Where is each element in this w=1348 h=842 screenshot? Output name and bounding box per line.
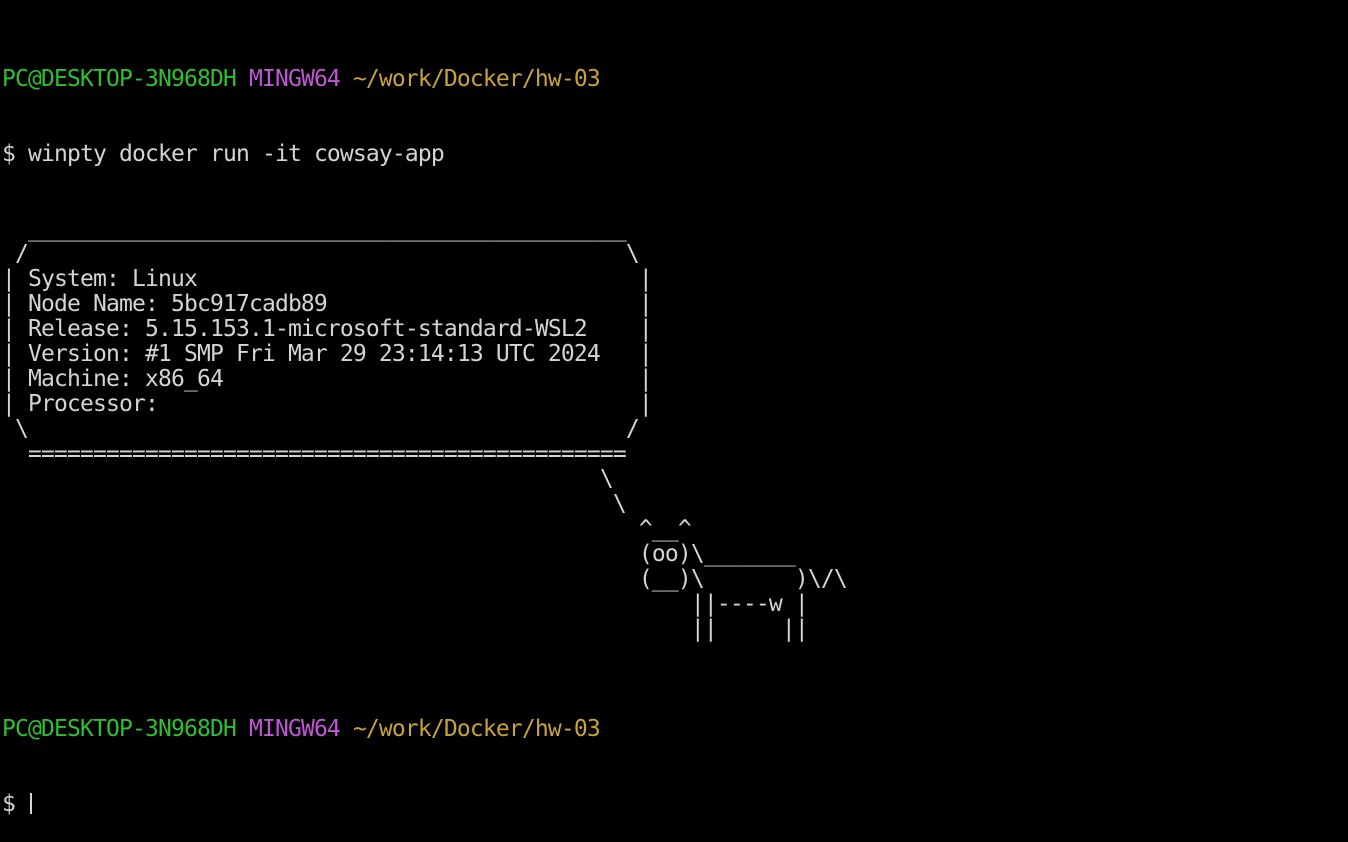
output-line: ________________________________________… [2, 216, 627, 242]
prompt-system: MINGW64 [248, 66, 341, 92]
output-line: ^__^ [2, 516, 692, 542]
input-line[interactable]: $ [2, 792, 847, 817]
prompt-user-host: PC@DESKTOP-3N968DH [2, 66, 237, 92]
prompt-path: ~/work/Docker/hw-03 [352, 66, 601, 92]
text-cursor [30, 793, 32, 814]
output-line: | System: Linux | [2, 266, 653, 292]
prompt-symbol: $ [2, 791, 16, 817]
output-line: | Processor: | [2, 391, 653, 417]
output-line: \ / [2, 416, 640, 442]
prompt-line: PC@DESKTOP-3N968DH MINGW64 ~/work/Docker… [2, 67, 847, 92]
terminal-window[interactable]: PC@DESKTOP-3N968DH MINGW64 ~/work/Docker… [2, 17, 848, 842]
output-line: (__)\ )\/\ [2, 566, 848, 592]
output-line: || || [2, 616, 809, 642]
command-text: winpty docker run -it cowsay-app [28, 141, 445, 167]
output-line: | Machine: x86_64 | [2, 366, 653, 392]
output-line: | Release: 5.15.153.1-microsoft-standard… [2, 316, 653, 342]
command-line: $ winpty docker run -it cowsay-app [2, 142, 847, 167]
output-line: \ [2, 466, 614, 492]
output-line: / \ [2, 241, 640, 267]
prompt-line: PC@DESKTOP-3N968DH MINGW64 ~/work/Docker… [2, 717, 847, 742]
output-line: (oo)\_______ [2, 541, 796, 567]
output-line: | Node Name: 5bc917cadb89 | [2, 291, 653, 317]
output-line: | Version: #1 SMP Fri Mar 29 23:14:13 UT… [2, 341, 653, 367]
output-line: ========================================… [2, 441, 627, 467]
output-line: \ [2, 491, 627, 517]
prompt-symbol: $ [2, 141, 16, 167]
prompt-system: MINGW64 [248, 716, 341, 742]
command-output: ________________________________________… [2, 216, 848, 667]
output-line: ||----w | [2, 591, 809, 617]
prompt-path: ~/work/Docker/hw-03 [352, 716, 601, 742]
prompt-user-host: PC@DESKTOP-3N968DH [2, 716, 237, 742]
